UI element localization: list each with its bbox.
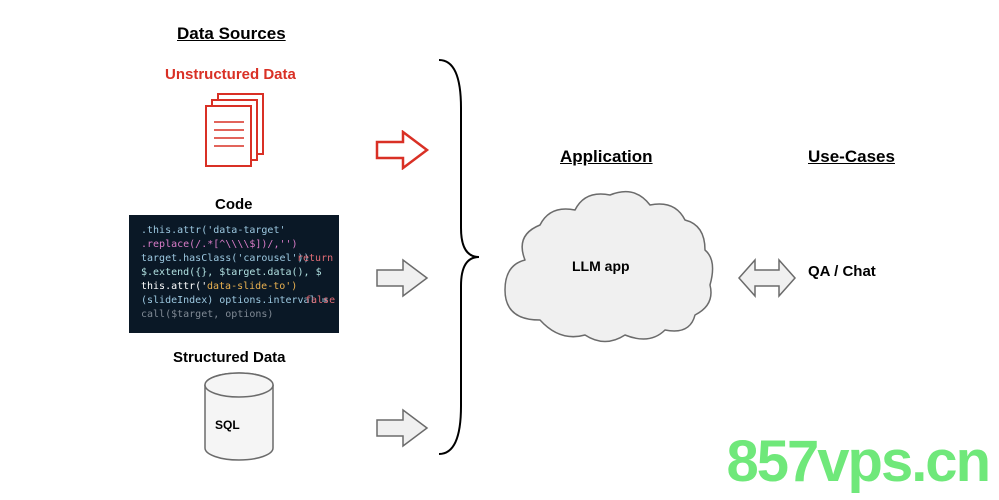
structured-data-label: Structured Data <box>173 349 286 366</box>
use-cases-header: Use-Cases <box>808 147 895 167</box>
application-header: Application <box>560 147 653 167</box>
watermark: 857vps.cn <box>726 428 989 495</box>
svg-text:call($target, options): call($target, options) <box>141 309 273 320</box>
svg-text:.this.attr('data-target': .this.attr('data-target' <box>141 225 286 236</box>
code-screenshot-icon: .this.attr('data-target' .replace(/.*[^\… <box>129 215 339 333</box>
svg-text:return: return <box>297 253 333 264</box>
arrow-unstructured-icon <box>375 130 431 175</box>
svg-text:.replace(/.*[^\\\\$])/,''): .replace(/.*[^\\\\$])/,'') <box>141 239 298 250</box>
svg-text:false: false <box>305 295 335 306</box>
arrow-structured-icon <box>375 408 431 453</box>
svg-text:this.attr(': this.attr(' <box>141 281 207 292</box>
brace-icon <box>433 58 483 461</box>
unstructured-data-label: Unstructured Data <box>165 66 296 83</box>
arrow-code-icon <box>375 258 431 303</box>
documents-icon <box>200 90 270 180</box>
svg-text:$.extend({}, $target.data(), $: $.extend({}, $target.data(), $ <box>141 267 322 278</box>
data-sources-header: Data Sources <box>177 24 286 44</box>
svg-text:(slideIndex) options.interval: (slideIndex) options.interval = <box>141 295 328 306</box>
sql-label: SQL <box>215 418 240 432</box>
code-label: Code <box>215 196 253 213</box>
svg-text:target.hasClass('carousel')): target.hasClass('carousel')) <box>141 253 310 264</box>
qa-chat-label: QA / Chat <box>808 263 876 280</box>
double-arrow-icon <box>735 256 799 305</box>
llm-app-label: LLM app <box>572 258 630 274</box>
svg-text:data-slide-to'): data-slide-to') <box>207 281 297 292</box>
